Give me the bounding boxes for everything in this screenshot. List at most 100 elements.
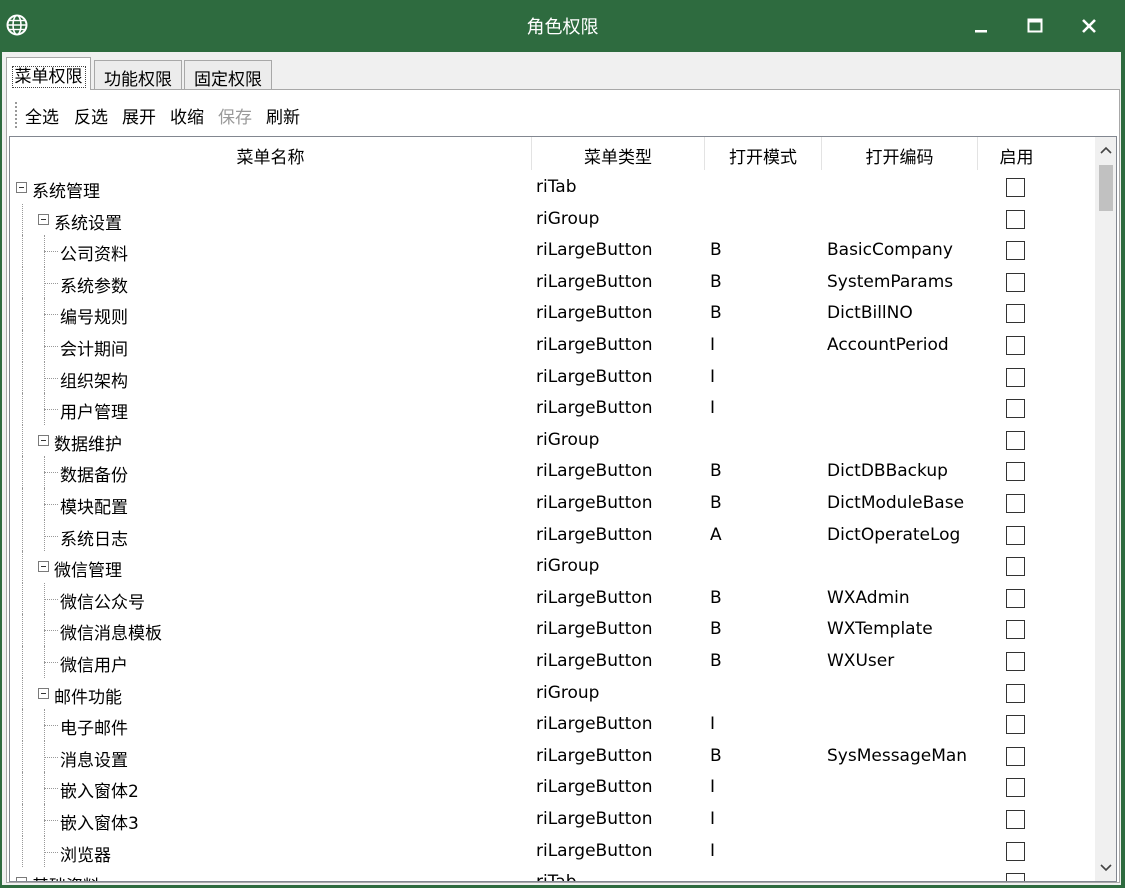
enabled-checkbox[interactable] (1006, 209, 1025, 229)
collapse-toggle-icon[interactable] (16, 877, 27, 881)
table-row[interactable]: 系统参数 riLargeButton B SystemParams (10, 266, 1095, 299)
enabled-checkbox[interactable] (1006, 652, 1025, 671)
enabled-checkbox[interactable] (1006, 304, 1025, 324)
expand-button[interactable]: 展开 (122, 103, 156, 128)
table-row[interactable]: 数据维护 riGroup (10, 424, 1095, 457)
refresh-button[interactable]: 刷新 (266, 103, 300, 128)
open-mode: I (710, 714, 716, 735)
table-row[interactable]: 编号规则 riLargeButton B DictBillNO (10, 298, 1095, 330)
menu-type: riLargeButton (536, 809, 653, 829)
tab-label: 菜单权限 (11, 66, 86, 88)
table-row[interactable]: 会计期间 riLargeButton I AccountPeriod (10, 330, 1095, 362)
minimize-button[interactable] (954, 0, 1008, 52)
open-mode: B (710, 587, 722, 608)
collapse-toggle-icon[interactable] (38, 687, 49, 699)
column-header-open-mode[interactable]: 打开模式 (705, 137, 822, 170)
scroll-up-button[interactable] (1095, 139, 1116, 161)
table-row[interactable]: 系统设置 riGroup (10, 203, 1095, 236)
column-header-enabled[interactable]: 启用 (978, 137, 1055, 170)
enabled-checkbox[interactable] (1006, 715, 1025, 735)
scroll-thumb[interactable] (1099, 165, 1113, 211)
menu-type: riLargeButton (536, 714, 653, 735)
enabled-checkbox[interactable] (1006, 494, 1025, 513)
maximize-button[interactable] (1008, 0, 1062, 52)
tree-connector-line (44, 282, 58, 284)
enabled-checkbox[interactable] (1006, 367, 1025, 387)
enabled-checkbox[interactable] (1006, 336, 1025, 355)
enabled-checkbox[interactable] (1006, 746, 1025, 766)
title-bar[interactable]: 角色权限 (0, 0, 1125, 52)
enabled-checkbox[interactable] (1006, 462, 1025, 482)
table-row[interactable]: 基础资料 riTab (10, 867, 1095, 881)
table-row[interactable]: 公司资料 riLargeButton B BasicCompany (10, 235, 1095, 267)
open-code: SystemParams (827, 271, 954, 292)
table-row[interactable]: 电子邮件 riLargeButton I (10, 709, 1095, 741)
enabled-checkbox[interactable] (1006, 810, 1025, 829)
tree-cell: 嵌入窗体2 (10, 772, 532, 804)
column-header-open-code[interactable]: 打开编码 (822, 137, 978, 170)
table-row[interactable]: 浏览器 riLargeButton I (10, 835, 1095, 868)
tab-function-permission[interactable]: 功能权限 (94, 60, 182, 90)
tree-connector-line (44, 472, 58, 474)
enabled-checkbox[interactable] (1006, 241, 1025, 261)
enabled-checkbox[interactable] (1006, 841, 1025, 861)
collapse-toggle-icon[interactable] (16, 182, 27, 193)
table-row[interactable]: 数据备份 riLargeButton B DictDBBackup (10, 456, 1095, 488)
tree-connector-line (22, 235, 23, 267)
menu-name: 浏览器 (60, 845, 111, 866)
chevron-down-icon (1100, 864, 1112, 872)
table-row[interactable]: 消息设置 riLargeButton B SysMessageMan (10, 740, 1095, 773)
save-button[interactable]: 保存 (218, 103, 252, 128)
enabled-checkbox[interactable] (1006, 272, 1025, 292)
table-row[interactable]: 微信消息模板 riLargeButton B WXTemplate (10, 614, 1095, 646)
enabled-checkbox[interactable] (1006, 178, 1025, 197)
enabled-checkbox[interactable] (1006, 620, 1025, 640)
tree-connector-line (44, 409, 58, 411)
tree-connector-line (44, 630, 58, 632)
collapse-toggle-icon[interactable] (38, 434, 49, 446)
scroll-down-button[interactable] (1095, 857, 1116, 879)
open-code: BasicCompany (827, 240, 953, 261)
tab-menu-permission[interactable]: 菜单权限 (6, 57, 91, 90)
toolbar-grip[interactable] (15, 102, 18, 128)
table-row[interactable]: 系统管理 riTab (10, 172, 1095, 204)
table-row[interactable]: 模块配置 riLargeButton B DictModuleBase (10, 488, 1095, 520)
enabled-checkbox[interactable] (1006, 588, 1025, 608)
tree-connector-line (22, 582, 23, 615)
menu-tree-grid[interactable]: 菜单名称 菜单类型 打开模式 打开编码 启用 系统管理 riTab 系统设置 riGr… (9, 136, 1117, 882)
enabled-checkbox[interactable] (1006, 525, 1025, 545)
enabled-checkbox[interactable] (1006, 399, 1025, 419)
open-mode: I (710, 809, 716, 829)
enabled-checkbox[interactable] (1006, 430, 1025, 450)
tab-fixed-permission[interactable]: 固定权限 (184, 60, 272, 90)
select-all-button[interactable]: 全选 (25, 103, 59, 128)
tree-connector-line (44, 377, 58, 379)
table-row[interactable]: 微信用户 riLargeButton B WXUser (10, 646, 1095, 678)
table-row[interactable]: 邮件功能 riGroup (10, 677, 1095, 710)
collapse-toggle-icon[interactable] (38, 561, 49, 573)
tree-connector-line (22, 203, 23, 236)
table-row[interactable]: 嵌入窗体3 riLargeButton I (10, 804, 1095, 836)
vertical-scrollbar[interactable] (1095, 137, 1116, 881)
tree-connector-line (22, 361, 23, 394)
menu-name: 基础资料 (32, 872, 100, 881)
open-code: WXAdmin (827, 587, 910, 608)
enabled-checkbox[interactable] (1006, 683, 1025, 703)
enabled-checkbox[interactable] (1006, 557, 1025, 577)
table-row[interactable]: 嵌入窗体2 riLargeButton I (10, 772, 1095, 804)
invert-selection-button[interactable]: 反选 (74, 103, 108, 128)
enabled-checkbox[interactable] (1006, 873, 1025, 881)
collapse-toggle-icon[interactable] (38, 213, 49, 225)
table-row[interactable]: 微信公众号 riLargeButton B WXAdmin (10, 582, 1095, 615)
collapse-button[interactable]: 收缩 (170, 103, 204, 128)
column-header-menu-type[interactable]: 菜单类型 (532, 137, 705, 170)
table-row[interactable]: 用户管理 riLargeButton I (10, 393, 1095, 425)
table-row[interactable]: 微信管理 riGroup (10, 551, 1095, 583)
menu-type: riLargeButton (536, 777, 653, 798)
column-header-menu-name[interactable]: 菜单名称 (10, 137, 532, 170)
table-row[interactable]: 系统日志 riLargeButton A DictOperateLog (10, 519, 1095, 552)
close-button[interactable] (1062, 0, 1116, 52)
enabled-checkbox[interactable] (1006, 778, 1025, 798)
tree-connector-line (44, 598, 58, 600)
table-row[interactable]: 组织架构 riLargeButton I (10, 361, 1095, 394)
